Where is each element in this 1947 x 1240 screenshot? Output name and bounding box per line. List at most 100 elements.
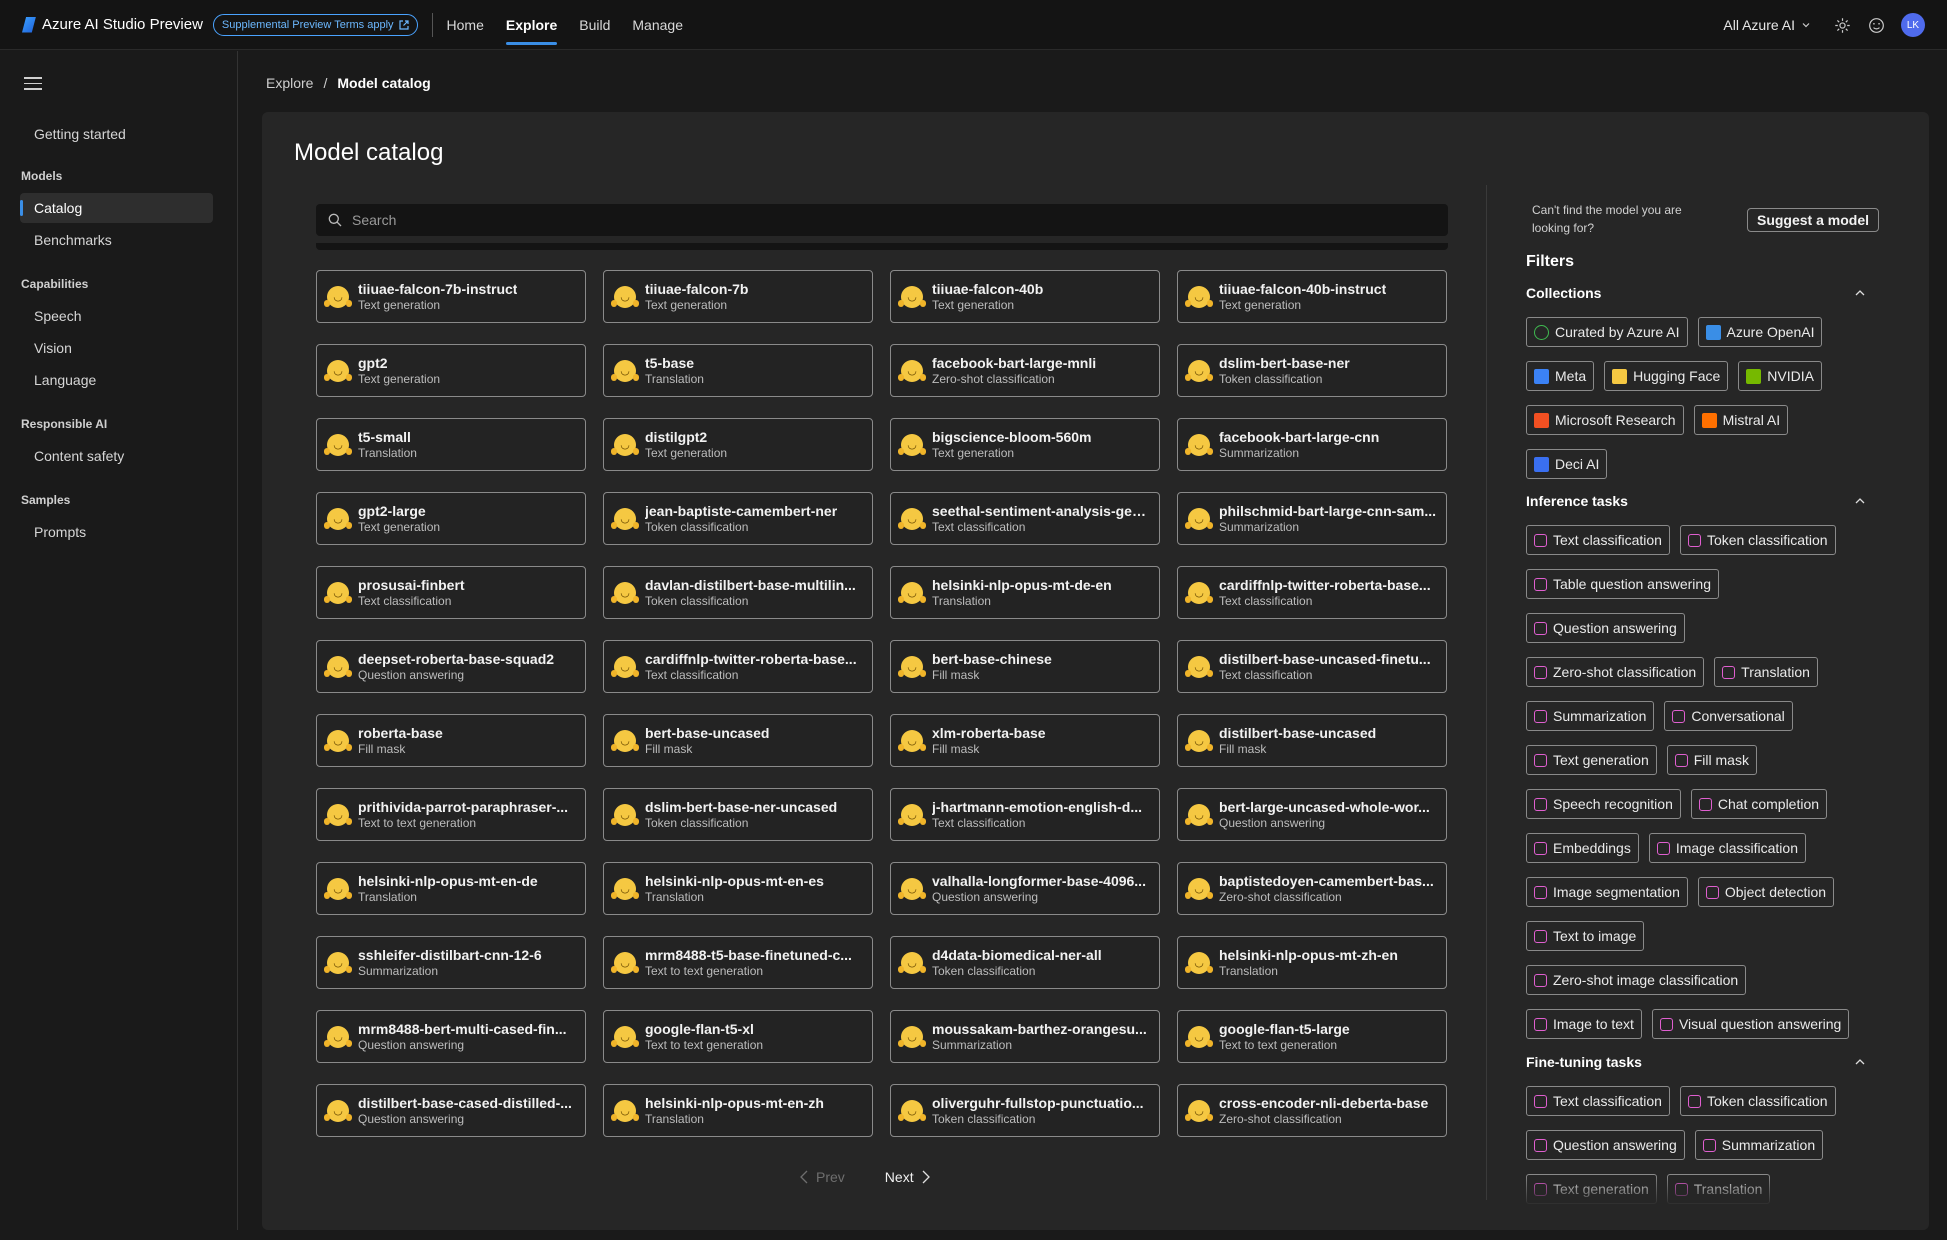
model-card[interactable]: ◡ helsinki-nlp-opus-mt-zh-en Translation xyxy=(1177,936,1447,989)
prev-page-button[interactable]: Prev xyxy=(800,1169,845,1185)
collection-chip[interactable]: NVIDIA xyxy=(1738,361,1822,391)
model-card[interactable]: ◡ gpt2 Text generation xyxy=(316,344,586,397)
inference-task-chip[interactable]: Embeddings xyxy=(1526,833,1639,863)
sidebar-item-prompts[interactable]: Prompts xyxy=(20,517,213,547)
inference-task-chip[interactable]: Summarization xyxy=(1526,701,1655,731)
model-card[interactable]: ◡ roberta-base Fill mask xyxy=(316,714,586,767)
model-card[interactable]: ◡ facebook-bart-large-mnli Zero-shot class… xyxy=(890,344,1160,397)
finetuning-task-chip[interactable]: Text classification xyxy=(1526,1086,1670,1116)
inference-task-chip[interactable]: Visual question answering xyxy=(1651,1009,1850,1039)
inference-task-chip[interactable]: Chat completion xyxy=(1690,789,1828,819)
collection-chip[interactable]: Microsoft Research xyxy=(1526,405,1684,435)
model-card[interactable]: ◡ facebook-bart-large-cnn Summarization xyxy=(1177,418,1447,471)
nav-explore[interactable]: Explore xyxy=(505,0,558,50)
nav-home[interactable]: Home xyxy=(447,0,484,50)
inference-task-chip[interactable]: Zero-shot image classification xyxy=(1526,965,1747,995)
inference-task-chip[interactable]: Text to image xyxy=(1526,921,1645,951)
collection-chip[interactable]: Deci AI xyxy=(1526,449,1608,479)
next-page-button[interactable]: Next xyxy=(885,1169,930,1185)
model-card[interactable]: ◡ jean-baptiste-camembert-ner Token classi… xyxy=(603,492,873,545)
breadcrumb-explore[interactable]: Explore xyxy=(266,75,313,91)
model-card[interactable]: ◡ valhalla-longformer-base-4096... Questio… xyxy=(890,862,1160,915)
inference-section-header[interactable]: Inference tasks xyxy=(1526,493,1866,509)
model-card[interactable]: ◡ dslim-bert-base-ner Token classification xyxy=(1177,344,1447,397)
inference-task-chip[interactable]: Translation xyxy=(1714,657,1818,687)
inference-task-chip[interactable]: Fill mask xyxy=(1666,745,1757,775)
finetuning-task-chip[interactable]: Summarization xyxy=(1694,1130,1824,1160)
model-card[interactable]: ◡ prithivida-parrot-paraphraser-... Text t… xyxy=(316,788,586,841)
preview-terms-link[interactable]: Supplemental Preview Terms apply xyxy=(212,13,418,36)
inference-task-chip[interactable]: Text classification xyxy=(1526,525,1670,555)
model-card[interactable]: ◡ google-flan-t5-xl Text to text generatio… xyxy=(603,1010,873,1063)
app-logo[interactable]: Azure AI Studio Preview xyxy=(22,16,203,33)
inference-task-chip[interactable]: Table question answering xyxy=(1526,569,1719,599)
sidebar-item-speech[interactable]: Speech xyxy=(20,301,213,331)
model-card[interactable]: ◡ d4data-biomedical-ner-all Token classifi… xyxy=(890,936,1160,989)
collection-chip[interactable]: Mistral AI xyxy=(1693,405,1789,435)
inference-task-chip[interactable]: Zero-shot classification xyxy=(1526,657,1705,687)
nav-build[interactable]: Build xyxy=(579,0,610,50)
model-card[interactable]: ◡ tiiuae-falcon-40b-instruct Text generati… xyxy=(1177,270,1447,323)
inference-task-chip[interactable]: Question answering xyxy=(1526,613,1685,643)
inference-task-chip[interactable]: Image to text xyxy=(1526,1009,1642,1039)
sidebar-item-benchmarks[interactable]: Benchmarks xyxy=(20,225,213,255)
model-card[interactable]: ◡ tiiuae-falcon-40b Text generation xyxy=(890,270,1160,323)
model-card[interactable]: ◡ deepset-roberta-base-squad2 Question ans… xyxy=(316,640,586,693)
model-card[interactable]: ◡ prosusai-finbert Text classification xyxy=(316,566,586,619)
feedback-smiley-icon[interactable] xyxy=(1867,16,1885,34)
finetuning-section-header[interactable]: Fine-tuning tasks xyxy=(1526,1054,1866,1070)
inference-task-chip[interactable]: Object detection xyxy=(1697,877,1835,907)
model-card[interactable]: ◡ distilgpt2 Text generation xyxy=(603,418,873,471)
model-card[interactable]: ◡ tiiuae-falcon-7b-instruct Text generatio… xyxy=(316,270,586,323)
model-card[interactable]: ◡ xlm-roberta-base Fill mask xyxy=(890,714,1160,767)
model-card[interactable]: ◡ helsinki-nlp-opus-mt-en-es Translation xyxy=(603,862,873,915)
model-card[interactable]: ◡ seethal-sentiment-analysis-gen... Text c… xyxy=(890,492,1160,545)
nav-manage[interactable]: Manage xyxy=(632,0,683,50)
model-card[interactable]: ◡ distilbert-base-uncased Fill mask xyxy=(1177,714,1447,767)
model-card[interactable]: ◡ philschmid-bart-large-cnn-sam... Summari… xyxy=(1177,492,1447,545)
inference-task-chip[interactable]: Image segmentation xyxy=(1526,877,1688,907)
collection-chip[interactable]: Meta xyxy=(1526,361,1595,391)
model-card[interactable]: ◡ distilbert-base-cased-distilled-... Ques… xyxy=(316,1084,586,1137)
hamburger-menu-icon[interactable] xyxy=(24,77,42,91)
settings-gear-icon[interactable] xyxy=(1833,16,1851,34)
collections-section-header[interactable]: Collections xyxy=(1526,285,1866,301)
model-card[interactable]: ◡ t5-small Translation xyxy=(316,418,586,471)
sidebar-item-language[interactable]: Language xyxy=(20,365,213,395)
model-card[interactable]: ◡ t5-base Translation xyxy=(603,344,873,397)
model-card[interactable]: ◡ mrm8488-bert-multi-cased-fin... Question… xyxy=(316,1010,586,1063)
inference-task-chip[interactable]: Conversational xyxy=(1664,701,1793,731)
model-card[interactable]: ◡ google-flan-t5-large Text to text genera… xyxy=(1177,1010,1447,1063)
model-card[interactable]: ◡ oliverguhr-fullstop-punctuatio... Token … xyxy=(890,1084,1160,1137)
collection-chip[interactable]: Hugging Face xyxy=(1604,361,1729,391)
model-card[interactable]: ◡ mrm8488-t5-base-finetuned-c... Text to t… xyxy=(603,936,873,989)
model-card[interactable]: ◡ tiiuae-falcon-7b Text generation xyxy=(603,270,873,323)
model-card[interactable]: ◡ gpt2-large Text generation xyxy=(316,492,586,545)
model-card[interactable]: ◡ cross-encoder-nli-deberta-base Zero-shot… xyxy=(1177,1084,1447,1137)
user-avatar[interactable]: LK xyxy=(1901,13,1925,37)
scope-dropdown[interactable]: All Azure AI xyxy=(1723,17,1811,33)
model-card[interactable]: ◡ distilbert-base-uncased-finetu... Text c… xyxy=(1177,640,1447,693)
model-card[interactable]: ◡ baptistedoyen-camembert-bas... Zero-shot… xyxy=(1177,862,1447,915)
model-card[interactable]: ◡ bert-base-uncased Fill mask xyxy=(603,714,873,767)
model-card[interactable]: ◡ davlan-distilbert-base-multilin... Token… xyxy=(603,566,873,619)
model-card[interactable]: ◡ j-hartmann-emotion-english-d... Text cla… xyxy=(890,788,1160,841)
suggest-model-button[interactable]: Suggest a model xyxy=(1747,208,1879,232)
model-card[interactable]: ◡ cardiffnlp-twitter-roberta-base... Text … xyxy=(1177,566,1447,619)
model-card[interactable]: ◡ helsinki-nlp-opus-mt-en-de Translation xyxy=(316,862,586,915)
inference-task-chip[interactable]: Token classification xyxy=(1679,525,1836,555)
sidebar-item-getting-started[interactable]: Getting started xyxy=(20,119,213,149)
sidebar-item-catalog[interactable]: Catalog xyxy=(20,193,213,223)
sidebar-item-content-safety[interactable]: Content safety xyxy=(20,441,213,471)
inference-task-chip[interactable]: Image classification xyxy=(1648,833,1806,863)
model-card[interactable]: ◡ bert-base-chinese Fill mask xyxy=(890,640,1160,693)
finetuning-task-chip[interactable]: Question answering xyxy=(1526,1130,1685,1160)
inference-task-chip[interactable]: Text generation xyxy=(1526,745,1657,775)
search-input[interactable]: Search xyxy=(316,204,1448,236)
model-card[interactable]: ◡ bert-large-uncased-whole-wor... Question… xyxy=(1177,788,1447,841)
model-card[interactable]: ◡ dslim-bert-base-ner-uncased Token classi… xyxy=(603,788,873,841)
sidebar-item-vision[interactable]: Vision xyxy=(20,333,213,363)
collection-chip[interactable]: Curated by Azure AI xyxy=(1526,317,1688,347)
inference-task-chip[interactable]: Speech recognition xyxy=(1526,789,1681,819)
model-card[interactable]: ◡ sshleifer-distilbart-cnn-12-6 Summarizat… xyxy=(316,936,586,989)
